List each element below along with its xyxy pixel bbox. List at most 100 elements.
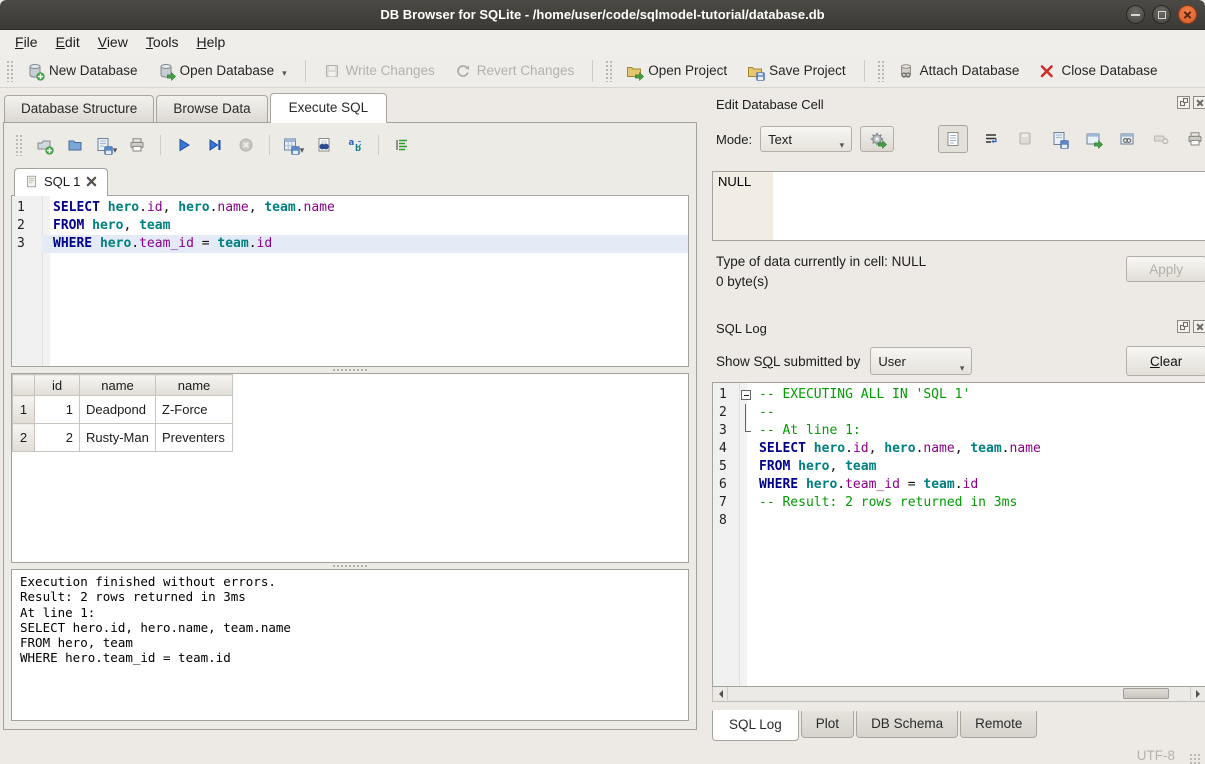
cell[interactable]: Rusty-Man [80,424,156,452]
menu-file[interactable]: File [6,31,47,53]
encoding-indicator[interactable]: UTF-8 [1137,748,1175,763]
toolbar-drag-handle[interactable] [6,60,13,82]
execute-all-icon[interactable] [173,134,195,156]
code-line[interactable]: 1-- EXECUTING ALL IN 'SQL 1' [713,386,1205,404]
tab-plot[interactable]: Plot [801,711,854,738]
row-header[interactable]: 2 [13,424,35,452]
code-line[interactable]: 6WHERE hero.team_id = team.id [713,476,1205,494]
print-cell-icon[interactable] [1184,128,1205,150]
cell[interactable]: 1 [35,396,80,424]
tab-db-schema[interactable]: DB Schema [856,711,958,738]
menu-view[interactable]: View [89,31,137,53]
close-database-label: Close Database [1061,63,1157,78]
cell-editor[interactable]: NULL [712,171,1205,241]
code-line[interactable]: 3WHERE hero.team_id = team.id [12,235,688,253]
revert-changes-button[interactable]: Revert Changes [447,59,583,83]
filter-select[interactable]: User ▾ [870,347,972,375]
cell[interactable]: 2 [35,424,80,452]
open-database-dropdown-icon[interactable]: ▾ [282,68,287,79]
titlebar[interactable]: DB Browser for SQLite - /home/user/code/… [0,0,1205,30]
cell[interactable]: Z-Force [156,396,233,424]
menu-tools[interactable]: Tools [137,31,188,53]
replace-icon[interactable]: ab [344,134,366,156]
text-document-icon[interactable] [938,125,968,153]
code-line[interactable]: 1SELECT hero.id, hero.name, team.name [12,199,688,217]
code-line[interactable]: 8 [713,512,1205,530]
clear-button[interactable]: Clear [1126,346,1205,376]
find-icon[interactable] [313,134,335,156]
new-database-button[interactable]: New Database [19,59,146,83]
tab-sql-log[interactable]: SQL Log [712,710,799,741]
scroll-left-icon[interactable] [713,687,728,700]
code-line[interactable]: 3-- At line 1: [713,422,1205,440]
save-sql-file-icon[interactable]: ▾ [95,134,117,156]
import-mode-icon[interactable] [860,126,894,152]
mode-select[interactable]: Text ▾ [760,126,852,152]
close-icon[interactable] [1178,5,1197,24]
menu-edit[interactable]: Edit [47,31,89,53]
code-line[interactable]: 5FROM hero, team [713,458,1205,476]
column-header[interactable]: id [35,375,80,396]
scroll-right-icon[interactable] [1190,687,1205,700]
tab-database-structure[interactable]: Database Structure [4,95,154,122]
float-panel-icon[interactable] [1177,96,1190,109]
column-header[interactable]: name [80,375,156,396]
open-sql-file-icon[interactable] [64,134,86,156]
sql-editor[interactable]: 1SELECT hero.id, hero.name, team.name2FR… [11,195,689,367]
fold-toggle-icon[interactable] [739,386,755,404]
cell[interactable]: Preventers [156,424,233,452]
code-line[interactable]: 2-- [713,404,1205,422]
set-null-icon[interactable] [1150,128,1172,150]
write-changes-button[interactable]: Write Changes [316,59,443,83]
column-header[interactable]: name [156,375,233,396]
toolbar-drag-handle[interactable] [877,60,884,82]
sql-1-tab[interactable]: SQL 1 [14,168,108,196]
word-wrap-icon[interactable] [980,128,1002,150]
format-sql-icon[interactable] [391,134,413,156]
close-database-button[interactable]: Close Database [1031,59,1165,83]
attach-database-icon [898,63,914,79]
copy-link-icon[interactable] [1116,128,1138,150]
close-panel-icon[interactable] [1193,96,1205,109]
cell[interactable]: Deadpond [80,396,156,424]
sql-log-view[interactable]: 1-- EXECUTING ALL IN 'SQL 1'2--3-- At li… [712,382,1205,687]
line-number: 3 [12,235,42,253]
print-sql-icon[interactable] [126,134,148,156]
sql-tabbar: SQL 1 [11,165,689,195]
row-header[interactable]: 1 [13,396,35,424]
maximize-icon[interactable] [1152,5,1171,24]
save-project-button[interactable]: Save Project [739,59,854,83]
save-results-dropdown-icon[interactable]: ▾ [300,145,305,156]
close-sql-tab-icon[interactable] [86,176,97,187]
close-panel-icon[interactable] [1193,320,1205,333]
resize-grip-icon[interactable] [1189,753,1201,764]
tab-execute-sql[interactable]: Execute SQL [270,93,388,123]
save-as-icon[interactable] [1048,128,1070,150]
code-line[interactable]: 2FROM hero, team [12,217,688,235]
toolbar-drag-handle[interactable] [605,60,612,82]
open-project-button[interactable]: Open Project [618,59,735,83]
tab-browse-data[interactable]: Browse Data [156,95,267,122]
open-database-button[interactable]: Open Database ▾ [150,59,295,83]
stop-icon[interactable] [235,134,257,156]
code-line[interactable]: 7-- Result: 2 rows returned in 3ms [713,494,1205,512]
tab-remote[interactable]: Remote [960,711,1037,738]
attach-database-button[interactable]: Attach Database [890,59,1028,83]
toolbar-drag-handle[interactable] [15,134,22,156]
float-panel-icon[interactable] [1177,320,1190,333]
open-external-icon[interactable] [1082,128,1104,150]
execute-line-icon[interactable] [204,134,226,156]
code-text: -- EXECUTING ALL IN 'SQL 1' [755,386,1205,404]
grid-corner[interactable] [13,375,35,396]
horizontal-scrollbar[interactable] [712,687,1205,702]
minimize-icon[interactable] [1126,5,1145,24]
scrollbar-thumb[interactable] [1123,688,1169,699]
import-file-icon[interactable] [1014,128,1036,150]
code-line[interactable]: 4SELECT hero.id, hero.name, team.name [713,440,1205,458]
apply-button[interactable]: Apply [1126,256,1205,282]
save-project-label: Save Project [769,63,846,78]
save-sql-dropdown-icon[interactable]: ▾ [113,145,118,156]
new-sql-tab-icon[interactable] [33,134,55,156]
save-results-icon[interactable]: ▾ [282,134,304,156]
menu-help[interactable]: Help [188,31,235,53]
